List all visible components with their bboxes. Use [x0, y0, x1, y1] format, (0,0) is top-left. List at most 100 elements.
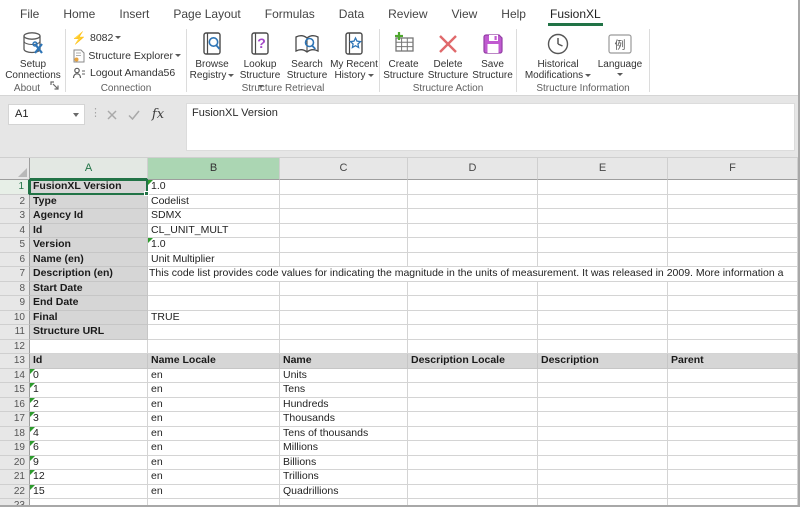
name-box-dropdown-icon[interactable] — [73, 113, 79, 117]
cell-A6[interactable]: Name (en) — [30, 253, 148, 268]
cell-D13[interactable]: Description Locale — [408, 354, 538, 369]
cell-E20[interactable] — [538, 456, 668, 471]
cell-A21[interactable]: 12 — [30, 470, 148, 485]
cancel-button[interactable] — [102, 104, 122, 125]
cell-B20[interactable]: en — [148, 456, 280, 471]
cell-F22[interactable] — [668, 485, 798, 500]
cell-B19[interactable]: en — [148, 441, 280, 456]
cell-F1[interactable] — [668, 180, 798, 195]
cell-A16[interactable]: 2 — [30, 398, 148, 413]
cell-E13[interactable]: Description — [538, 354, 668, 369]
row-header-5[interactable]: 5 — [0, 238, 30, 253]
tab-insert[interactable]: Insert — [107, 2, 161, 26]
row-header-11[interactable]: 11 — [0, 325, 30, 340]
enter-button[interactable] — [124, 104, 144, 125]
name-box[interactable]: A1 — [8, 104, 85, 125]
cell-B6[interactable]: Unit Multiplier — [148, 253, 280, 268]
cell-E18[interactable] — [538, 427, 668, 442]
column-header-C[interactable]: C — [280, 158, 408, 180]
cell-B23[interactable] — [148, 499, 280, 505]
cell-D22[interactable] — [408, 485, 538, 500]
cell-B8[interactable] — [148, 282, 280, 297]
cell-E9[interactable] — [538, 296, 668, 311]
cell-E14[interactable] — [538, 369, 668, 384]
column-header-D[interactable]: D — [408, 158, 538, 180]
cell-C2[interactable] — [280, 195, 408, 210]
cell-B17[interactable]: en — [148, 412, 280, 427]
cell-D19[interactable] — [408, 441, 538, 456]
cell-C23[interactable] — [280, 499, 408, 505]
cell-F11[interactable] — [668, 325, 798, 340]
cell-A1[interactable]: FusionXL Version — [30, 180, 148, 195]
cell-B4[interactable]: CL_UNIT_MULT — [148, 224, 280, 239]
tab-page-layout[interactable]: Page Layout — [161, 2, 252, 26]
cell-D2[interactable] — [408, 195, 538, 210]
row-header-2[interactable]: 2 — [0, 195, 30, 210]
cell-B22[interactable]: en — [148, 485, 280, 500]
row-header-7[interactable]: 7 — [0, 267, 30, 282]
cell-E6[interactable] — [538, 253, 668, 268]
tab-data[interactable]: Data — [327, 2, 376, 26]
cell-E10[interactable] — [538, 311, 668, 326]
cell-F16[interactable] — [668, 398, 798, 413]
row-header-3[interactable]: 3 — [0, 209, 30, 224]
cell-E5[interactable] — [538, 238, 668, 253]
tab-home[interactable]: Home — [51, 2, 107, 26]
cell-C22[interactable]: Quadrillions — [280, 485, 408, 500]
cell-A10[interactable]: Final — [30, 311, 148, 326]
cell-E16[interactable] — [538, 398, 668, 413]
cell-A14[interactable]: 0 — [30, 369, 148, 384]
cell-C20[interactable]: Billions — [280, 456, 408, 471]
cell-C11[interactable] — [280, 325, 408, 340]
cell-A2[interactable]: Type — [30, 195, 148, 210]
cell-B2[interactable]: Codelist — [148, 195, 280, 210]
cell-C16[interactable]: Hundreds — [280, 398, 408, 413]
cell-D18[interactable] — [408, 427, 538, 442]
cell-B21[interactable]: en — [148, 470, 280, 485]
cell-C18[interactable]: Tens of thousands — [280, 427, 408, 442]
cell-A17[interactable]: 3 — [30, 412, 148, 427]
cell-C12[interactable] — [280, 340, 408, 355]
row-header-19[interactable]: 19 — [0, 441, 30, 456]
cell-A23[interactable] — [30, 499, 148, 505]
cell-C19[interactable]: Millions — [280, 441, 408, 456]
setup-connections-button[interactable]: Setup Connections — [4, 28, 62, 81]
column-header-A[interactable]: A — [30, 158, 148, 180]
cell-A13[interactable]: Id — [30, 354, 148, 369]
create-structure-button[interactable]: Create Structure — [381, 28, 426, 81]
cell-F23[interactable] — [668, 499, 798, 505]
cell-A12[interactable] — [30, 340, 148, 355]
cell-A7[interactable]: Description (en) — [30, 267, 148, 282]
insert-function-button[interactable]: fx — [148, 104, 168, 125]
cell-D21[interactable] — [408, 470, 538, 485]
structure-explorer-button[interactable]: Structure Explorer — [67, 47, 185, 65]
cell-F20[interactable] — [668, 456, 798, 471]
cell-B11[interactable] — [148, 325, 280, 340]
cell-D17[interactable] — [408, 412, 538, 427]
cell-F10[interactable] — [668, 311, 798, 326]
cell-E4[interactable] — [538, 224, 668, 239]
row-header-23[interactable]: 23 — [0, 499, 30, 505]
cell-E22[interactable] — [538, 485, 668, 500]
cell-B10[interactable]: TRUE — [148, 311, 280, 326]
row-header-15[interactable]: 15 — [0, 383, 30, 398]
tab-file[interactable]: File — [8, 2, 51, 26]
cell-F15[interactable] — [668, 383, 798, 398]
cell-D5[interactable] — [408, 238, 538, 253]
row-header-17[interactable]: 17 — [0, 412, 30, 427]
cell-A9[interactable]: End Date — [30, 296, 148, 311]
column-header-E[interactable]: E — [538, 158, 668, 180]
cell-F2[interactable] — [668, 195, 798, 210]
row-header-9[interactable]: 9 — [0, 296, 30, 311]
about-dialog-launcher-icon[interactable] — [50, 81, 61, 92]
cell-E8[interactable] — [538, 282, 668, 297]
cell-A4[interactable]: Id — [30, 224, 148, 239]
cell-E3[interactable] — [538, 209, 668, 224]
cell-C21[interactable]: Trillions — [280, 470, 408, 485]
row-header-16[interactable]: 16 — [0, 398, 30, 413]
cell-E21[interactable] — [538, 470, 668, 485]
cell-F13[interactable]: Parent — [668, 354, 798, 369]
cell-B14[interactable]: en — [148, 369, 280, 384]
row-header-13[interactable]: 13 — [0, 354, 30, 369]
browse-registry-button[interactable]: Browse Registry — [188, 28, 236, 81]
